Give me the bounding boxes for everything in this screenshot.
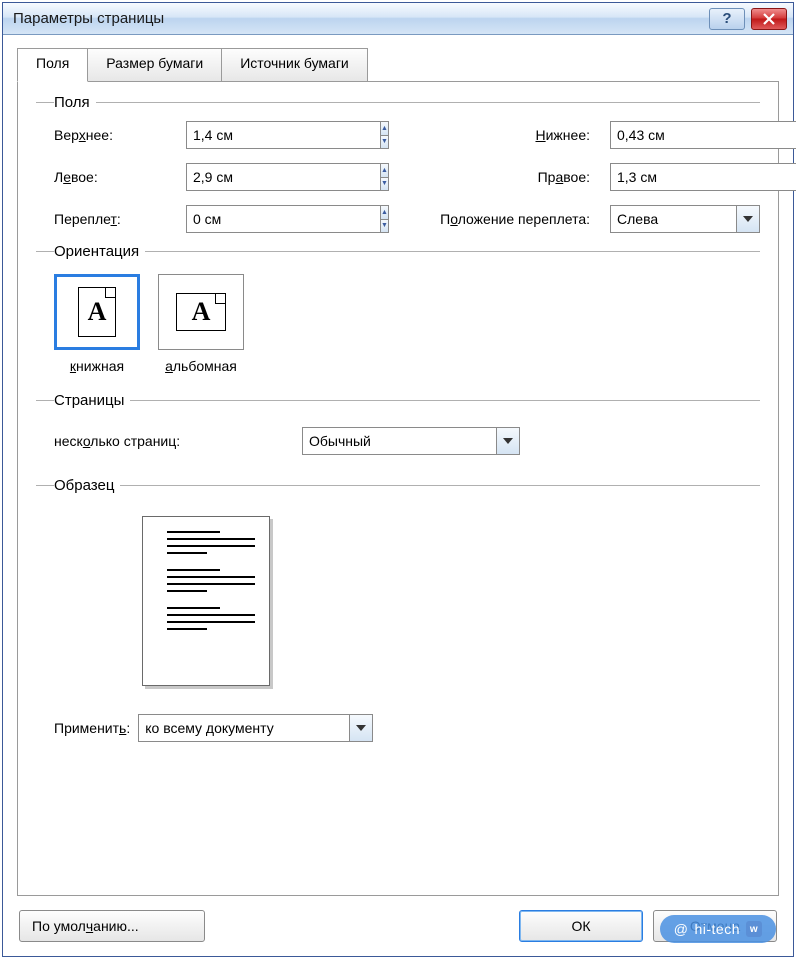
preview-page-icon [142,516,270,686]
preview-group: Образец [36,477,760,867]
gutter-position-label: Положение переплета: [348,211,598,227]
close-icon [762,12,776,26]
orientation-landscape-button[interactable]: A [158,274,244,350]
gutter-label: Переплет: [54,211,174,227]
multiple-pages-label: несколько страниц: [54,433,284,449]
left-margin-spinner[interactable]: ▲▼ [186,163,336,191]
pages-group: Страницы несколько страниц: Обычный [36,392,760,467]
gutter-position-value: Слева [610,205,736,233]
preview-group-label: Образец [54,477,120,494]
apply-to-value: ко всему документу [138,714,349,742]
orientation-portrait-label: книжная [70,358,124,374]
apply-to-combo[interactable]: ко всему документу [138,714,373,742]
right-margin-label: Правое: [348,169,598,185]
right-margin-input[interactable] [610,163,796,191]
multiple-pages-combo[interactable]: Обычный [302,427,520,455]
tab-paper-size[interactable]: Размер бумаги [87,48,222,82]
gutter-spinner[interactable]: ▲▼ [186,205,336,233]
defaults-button[interactable]: По умолчанию... [19,910,205,942]
ok-button[interactable]: ОК [519,910,643,942]
watermark-badge: @hi-techw [660,915,776,943]
titlebar: Параметры страницы ? [3,3,793,35]
tab-margins[interactable]: Поля [17,48,88,82]
bottom-margin-spinner[interactable]: ▲▼ [610,121,760,149]
chevron-down-icon[interactable] [349,714,373,742]
chevron-down-icon[interactable] [496,427,520,455]
bottom-margin-label: Нижнее: [348,127,598,143]
page-setup-dialog: Параметры страницы ? Поля Размер бумаги … [2,2,794,957]
right-margin-spinner[interactable]: ▲▼ [610,163,760,191]
top-margin-label: Верхнее: [54,127,174,143]
top-margin-spinner[interactable]: ▲▼ [186,121,336,149]
apply-to-label: Применить: [54,720,130,736]
pages-group-label: Страницы [54,392,130,409]
margins-group-label: Поля [54,94,96,111]
margins-group: Поля Верхнее: ▲▼ Нижнее: ▲▼ Левое: [36,94,760,233]
left-margin-label: Левое: [54,169,174,185]
landscape-page-icon: A [176,293,226,331]
window-title: Параметры страницы [9,10,709,27]
orientation-portrait-button[interactable]: A [54,274,140,350]
close-button[interactable] [751,8,787,30]
tab-paper-source[interactable]: Источник бумаги [221,48,368,82]
orientation-group-label: Ориентация [54,243,145,260]
portrait-page-icon: A [78,287,116,337]
multiple-pages-value: Обычный [302,427,496,455]
tab-strip: Поля Размер бумаги Источник бумаги [17,47,779,81]
tab-panel-margins: Поля Верхнее: ▲▼ Нижнее: ▲▼ Левое: [17,81,779,896]
help-button[interactable]: ? [709,8,745,30]
bottom-margin-input[interactable] [610,121,796,149]
gutter-position-combo[interactable]: Слева [610,205,760,233]
orientation-landscape-label: альбомная [165,358,237,374]
chevron-down-icon[interactable] [736,205,760,233]
orientation-group: Ориентация A книжная A [36,243,760,382]
